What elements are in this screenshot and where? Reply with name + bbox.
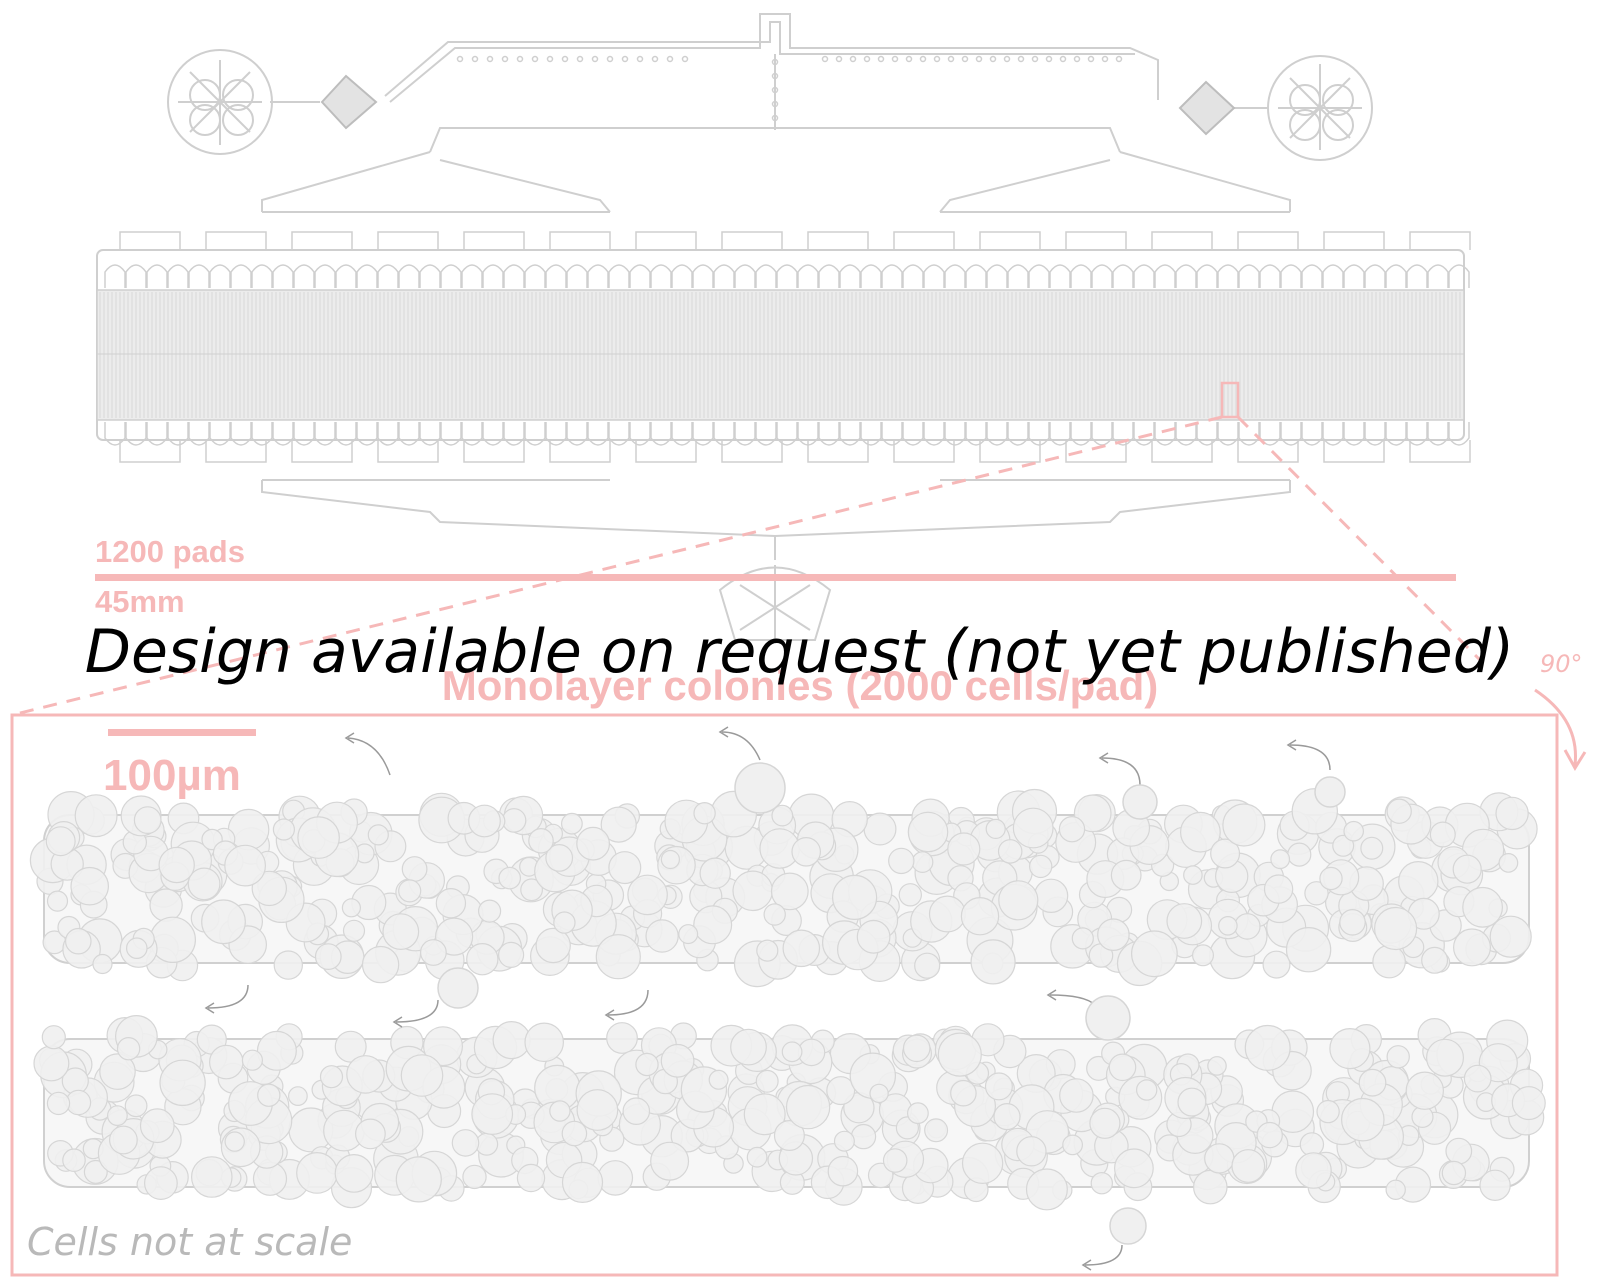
scale-bar-label: 100µm <box>103 751 241 800</box>
outlet-manifold <box>261 479 1291 560</box>
filter-diamond-icon <box>1178 80 1236 136</box>
scale-bar <box>108 729 256 736</box>
pads-label: 1200 pads <box>95 534 245 569</box>
cells-note: Cells not at scale <box>27 1220 353 1264</box>
filter-diamond-icon <box>320 74 378 130</box>
inlet-flower-icon <box>167 49 320 155</box>
inlet-flower-icon <box>1230 55 1373 161</box>
top-channel-dots <box>456 55 1123 122</box>
length-bar <box>95 574 1456 581</box>
inlet-manifold <box>261 13 1291 213</box>
rotation-arrow-icon <box>1534 688 1587 771</box>
watermark-text: Design available on request (not yet pub… <box>84 617 1515 687</box>
pad-array <box>96 231 1471 463</box>
length-label: 45mm <box>95 584 185 619</box>
